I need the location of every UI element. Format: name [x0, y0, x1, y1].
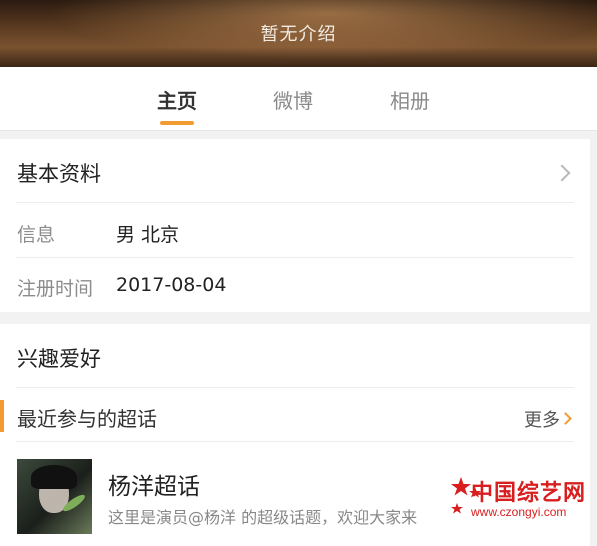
topic-description: 这里是演员@杨洋 的超级话题，欢迎大家来 [108, 508, 418, 527]
tab-album[interactable]: 相册 [390, 85, 430, 114]
profile-banner: 暂无介绍 [0, 0, 597, 67]
more-link[interactable]: 更多 [524, 406, 560, 432]
profile-tabs: 主页 微博 相册 [0, 67, 597, 131]
basic-info-header[interactable]: 基本资料 [0, 139, 590, 202]
divider [16, 257, 574, 258]
info-label: 信息 [17, 224, 56, 246]
tab-weibo[interactable]: 微博 [273, 85, 313, 114]
topic-name: 杨洋超话 [108, 474, 200, 500]
watermark-url: www.czongyi.com [471, 505, 567, 519]
chevron-right-icon [553, 164, 571, 182]
topic-avatar [17, 459, 92, 534]
section-accent-bar [0, 400, 4, 432]
profile-intro: 暂无介绍 [260, 24, 337, 45]
info-value: 男 北京 [116, 224, 180, 246]
interests-title: 兴趣爱好 [17, 347, 101, 371]
basic-info-title: 基本资料 [17, 162, 101, 186]
active-tab-indicator [160, 121, 194, 125]
watermark-text: 中国综艺网 [471, 480, 587, 505]
basic-info-card: 基本资料 信息 男 北京 注册时间 2017-08-04 [0, 139, 590, 312]
super-topics-title: 最近参与的超话 [17, 407, 157, 431]
tab-home[interactable]: 主页 [157, 85, 197, 114]
divider [16, 441, 574, 442]
register-time-label: 注册时间 [17, 278, 94, 300]
chevron-right-icon [559, 412, 572, 425]
divider [16, 387, 574, 388]
avatar-hair [31, 465, 77, 489]
watermark-logo: 中国综艺网 www.czongyi.com [449, 473, 589, 533]
register-time-value: 2017-08-04 [116, 274, 227, 296]
divider [16, 202, 574, 203]
